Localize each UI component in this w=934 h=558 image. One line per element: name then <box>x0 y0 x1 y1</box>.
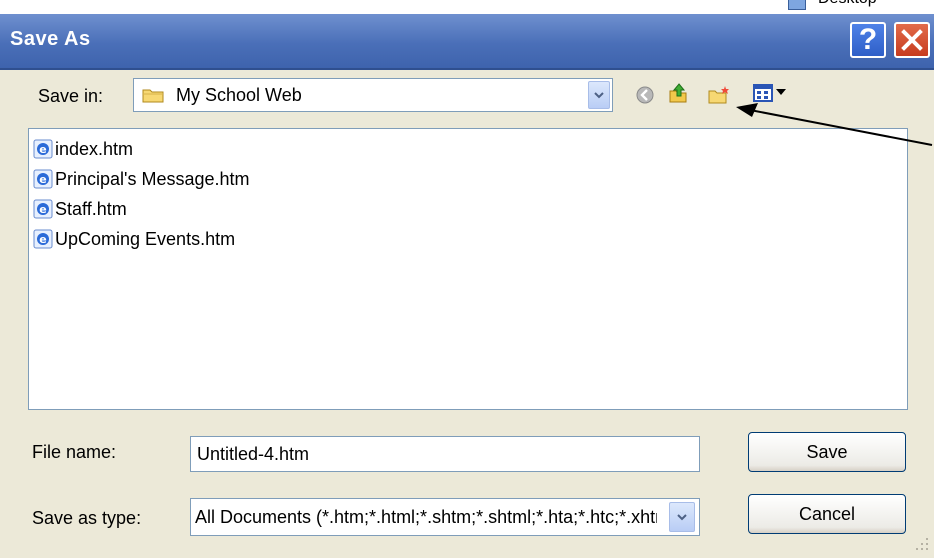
file-name-input[interactable] <box>191 437 699 471</box>
list-item[interactable]: e index.htm <box>33 135 133 163</box>
save-as-type-value: All Documents (*.htm;*.html;*.shtm;*.sht… <box>195 507 657 527</box>
close-button[interactable] <box>894 22 930 58</box>
save-button[interactable]: Save <box>748 432 906 472</box>
ie-html-icon: e <box>33 199 53 219</box>
desktop-label: Desktop <box>818 0 877 8</box>
annotation-arrow <box>736 103 933 146</box>
svg-text:e: e <box>39 173 46 186</box>
file-name: Principal's Message.htm <box>55 168 250 189</box>
cancel-button[interactable]: Cancel <box>748 494 906 534</box>
save-as-type-dropdown-button[interactable] <box>669 502 695 532</box>
ie-html-icon: e <box>33 229 53 249</box>
save-button-label: Save <box>806 441 848 462</box>
file-name: index.htm <box>55 138 134 159</box>
save-in-dropdown-button[interactable] <box>588 81 610 109</box>
file-name: Staff.htm <box>55 198 127 219</box>
title-bar[interactable]: Save As ? <box>0 14 934 70</box>
save-in-value: My School Web <box>176 85 302 105</box>
up-folder-button[interactable] <box>668 82 690 104</box>
svg-text:e: e <box>39 203 46 216</box>
save-in-label: Save in: <box>38 86 104 106</box>
list-item[interactable]: e Staff.htm <box>33 195 127 223</box>
up-folder-icon <box>669 83 687 103</box>
desktop-shortcut-cropped: Desktop <box>782 0 934 12</box>
ie-html-icon: e <box>33 139 53 159</box>
folder-icon <box>142 89 164 103</box>
ie-html-icon: e <box>33 169 53 189</box>
window-title: Save As <box>10 28 91 50</box>
list-item[interactable]: e UpComing Events.htm <box>33 225 235 253</box>
file-name-field[interactable] <box>190 436 700 472</box>
svg-text:e: e <box>39 233 46 246</box>
cancel-button-label: Cancel <box>798 503 856 524</box>
chevron-down-icon <box>594 92 604 99</box>
list-item[interactable]: e Principal's Message.htm <box>33 165 250 193</box>
file-name: UpComing Events.htm <box>55 228 236 249</box>
back-icon <box>636 86 654 104</box>
computer-icon <box>788 0 806 10</box>
chevron-down-icon <box>677 514 687 521</box>
save-as-type-dropdown[interactable]: All Documents (*.htm;*.html;*.shtm;*.sht… <box>190 498 700 536</box>
close-icon <box>901 29 923 51</box>
help-button[interactable]: ? <box>850 22 886 58</box>
resize-grip-icon[interactable] <box>912 534 930 552</box>
back-button[interactable] <box>634 84 656 106</box>
save-as-type-label: Save as type: <box>32 508 142 528</box>
file-name-label: File name: <box>32 442 117 462</box>
svg-text:e: e <box>39 143 46 156</box>
help-icon: ? <box>858 23 878 56</box>
save-in-dropdown[interactable]: My School Web <box>133 78 613 112</box>
